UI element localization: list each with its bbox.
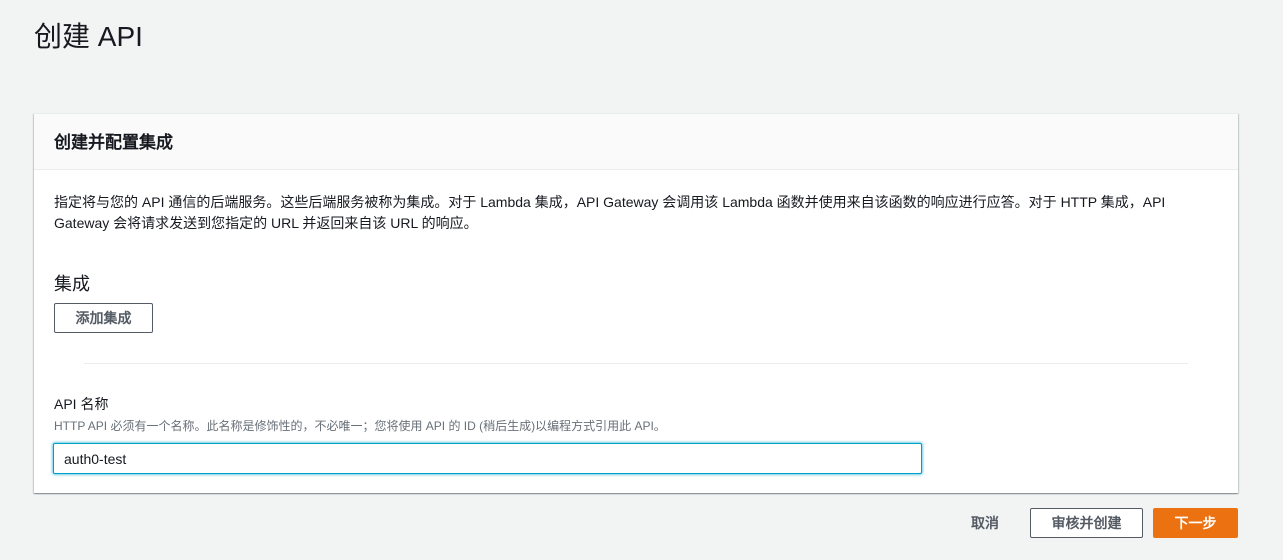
section-divider: [84, 363, 1188, 364]
integration-panel: 创建并配置集成 指定将与您的 API 通信的后端服务。这些后端服务被称为集成。对…: [34, 113, 1238, 493]
review-and-create-button[interactable]: 审核并创建: [1030, 508, 1143, 538]
next-button[interactable]: 下一步: [1153, 508, 1238, 538]
api-name-label: API 名称: [54, 396, 109, 412]
page-title: 创建 API: [34, 21, 143, 52]
add-integration-button[interactable]: 添加集成: [54, 303, 153, 333]
panel-header: 创建并配置集成: [34, 114, 1238, 170]
api-name-hint: HTTP API 必须有一个名称。此名称是修饰性的，不必唯一；您将使用 API …: [54, 419, 666, 433]
cancel-button[interactable]: 取消: [955, 508, 1015, 538]
panel-title: 创建并配置集成: [54, 133, 173, 152]
integrations-heading: 集成: [54, 274, 90, 294]
panel-description: 指定将与您的 API 通信的后端服务。这些后端服务被称为集成。对于 Lambda…: [54, 194, 1166, 231]
api-name-input[interactable]: [53, 443, 922, 474]
